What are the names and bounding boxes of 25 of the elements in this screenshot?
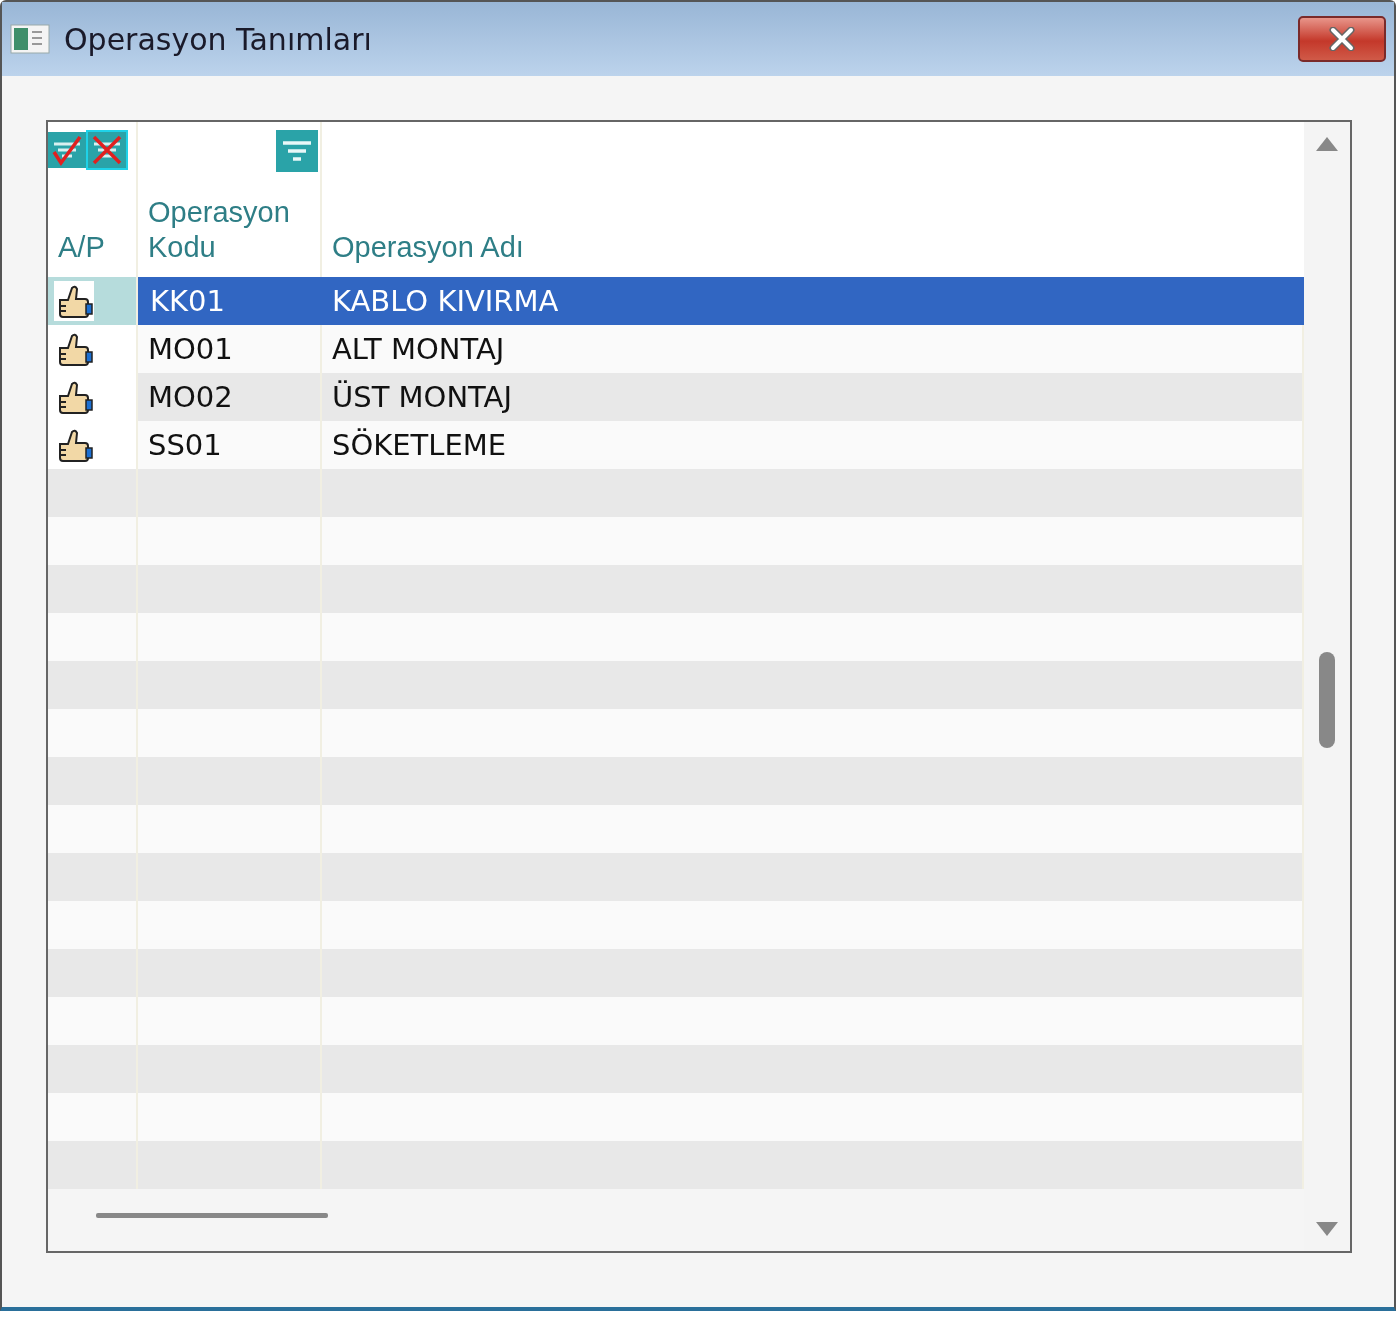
table-row[interactable]: SS01 SÖKETLEME: [48, 421, 1304, 469]
column-header[interactable]: Operasyon Kodu: [148, 195, 308, 265]
vertical-scrollbar[interactable]: [1304, 122, 1350, 1251]
thumbs-up-icon: [54, 281, 94, 321]
filter-icon: [276, 130, 318, 172]
cross-filter-icon: [88, 132, 126, 168]
scroll-thumb[interactable]: [1319, 652, 1335, 748]
close-button[interactable]: [1298, 16, 1386, 62]
scroll-down-icon[interactable]: [1315, 1221, 1339, 1237]
window-icon: [10, 24, 50, 54]
column-header[interactable]: Operasyon Adı: [332, 230, 524, 265]
check-all-button[interactable]: [48, 132, 86, 168]
table-cell-text: KABLO KIVIRMA: [331, 283, 560, 320]
table-row[interactable]: MO02 ÜST MONTAJ: [48, 373, 1304, 421]
filter-button[interactable]: [276, 130, 318, 172]
uncheck-all-button[interactable]: [88, 132, 126, 168]
window-title: Operasyon Tanımları: [64, 21, 373, 57]
table-row[interactable]: MO01 ALT MONTAJ: [48, 325, 1304, 373]
column-header[interactable]: A/P: [58, 230, 105, 265]
check-filter-icon: [48, 132, 86, 168]
table-cell-text: KK01: [149, 283, 226, 320]
horizontal-scrollbar[interactable]: [48, 1189, 1304, 1251]
scroll-up-icon[interactable]: [1315, 136, 1339, 152]
scroll-thumb[interactable]: [96, 1213, 328, 1218]
table-row[interactable]: KK01 KABLO KIVIRMA: [48, 277, 1304, 325]
